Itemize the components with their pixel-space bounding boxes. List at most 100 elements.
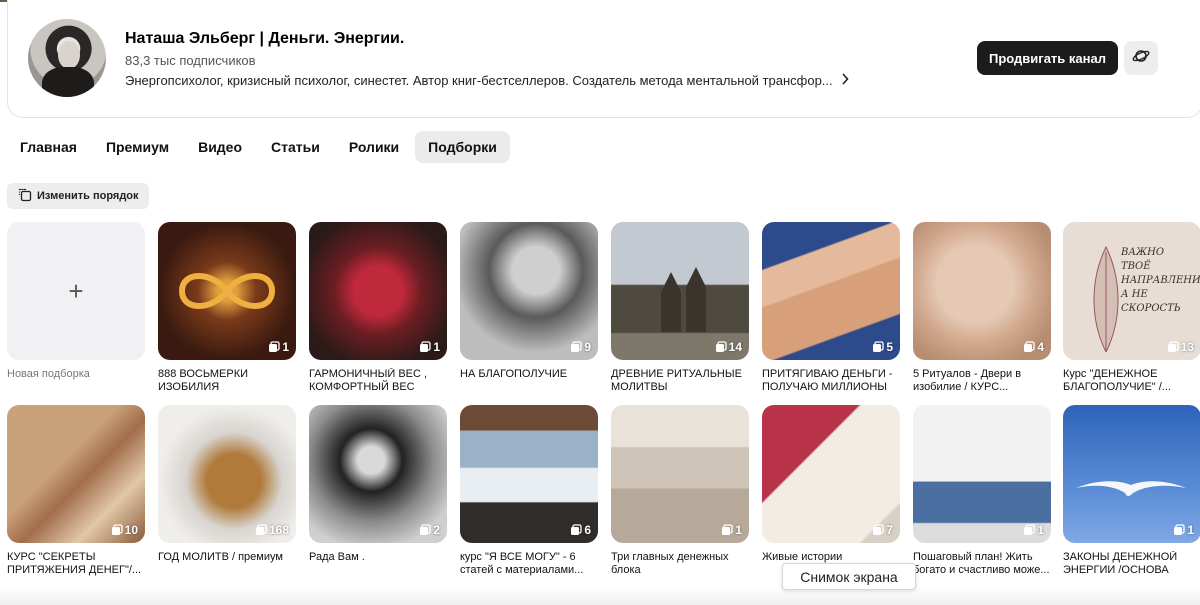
collection-count: 14 [715,340,742,354]
tab-articles[interactable]: Статьи [258,131,333,163]
collection-cover[interactable]: 4 [913,222,1051,360]
collection-count: 1 [1173,523,1194,537]
collection-card[interactable]: 1 ГАРМОНИЧНЫЙ ВЕС , КОМФОРТНЫЙ ВЕС [309,222,447,394]
bottom-fade [0,587,1200,605]
stack-icon [419,341,431,353]
collection-card[interactable]: 1 Три главных денежных блока [611,405,749,577]
collection-count: 4 [1023,340,1044,354]
collection-cover[interactable]: 2 [309,405,447,543]
collection-card[interactable]: 4 5 Ритуалов - Двери в изобилие / КУРС..… [913,222,1051,394]
count-value: 6 [584,523,591,537]
collection-card[interactable]: 6 курс "Я ВСЕ МОГУ" - 6 статей с материа… [460,405,598,577]
collection-card[interactable]: 10 КУРС "СЕКРЕТЫ ПРИТЯЖЕНИЯ ДЕНЕГ"/... [7,405,145,577]
collection-card[interactable]: 9 НА БЛАГОПОЛУЧИЕ [460,222,598,394]
reorder-label: Изменить порядок [37,190,139,202]
planet-button[interactable] [1124,41,1158,75]
collection-cover[interactable]: 6 [460,405,598,543]
collection-cover[interactable]: 1 [913,405,1051,543]
chevron-right-icon[interactable] [841,73,849,88]
collection-cover[interactable]: 7 [762,405,900,543]
collection-cover[interactable]: 9 [460,222,598,360]
collection-title: ГАРМОНИЧНЫЙ ВЕС , КОМФОРТНЫЙ ВЕС [309,368,428,393]
count-value: 10 [124,523,138,537]
collection-card[interactable]: 168 ГОД МОЛИТВ / премиум [158,405,296,577]
collection-card[interactable]: 2 Рада Вам . [309,405,447,577]
count-value: 4 [1037,340,1044,354]
description-text: Энергопсихолог, кризисный психолог, сине… [125,73,833,88]
collection-title: Три главных денежных блока [611,551,729,576]
new-collection-card[interactable]: + Новая подборка [7,222,145,394]
collection-count: 1 [721,523,742,537]
stack-icon [1167,341,1179,353]
collection-title: ГОД МОЛИТВ / премиум [158,551,283,563]
count-value: 1 [433,340,440,354]
screenshot-tooltip: Снимок экрана [782,563,916,590]
count-value: 7 [886,523,893,537]
collection-title: Пошаговый план! Жить богато и счастливо … [913,551,1050,576]
collection-count: 13 [1167,340,1194,354]
leaf-drawing [1093,245,1119,352]
tab-video[interactable]: Видео [185,131,255,163]
reorder-icon [18,188,32,205]
collection-card[interactable]: 1 Пошаговый план! Жить богато и счастлив… [913,405,1051,577]
stack-icon [570,524,582,536]
count-value: 9 [584,340,591,354]
stack-icon [570,341,582,353]
cover-quote: ВАЖНО ТВОЁ НАПРАВЛЕНИЕ, А НЕ СКОРОСТЬ [1121,247,1200,314]
reorder-button[interactable]: Изменить порядок [7,183,149,209]
count-value: 1 [1187,523,1194,537]
collection-count: 5 [872,340,893,354]
count-value: 1 [735,523,742,537]
tab-shorts[interactable]: Ролики [336,131,412,163]
collection-card[interactable]: ВАЖНО ТВОЁ НАПРАВЛЕНИЕ, А НЕ СКОРОСТЬ 13… [1063,222,1200,394]
collection-count: 10 [111,523,138,537]
promote-channel-button[interactable]: Продвигать канал [977,41,1118,75]
planet-icon [1132,47,1150,70]
collection-cover[interactable]: ВАЖНО ТВОЁ НАПРАВЛЕНИЕ, А НЕ СКОРОСТЬ 13 [1063,222,1200,360]
collection-count: 7 [872,523,893,537]
subscriber-count: 83,3 тыс подписчиков [125,53,256,68]
collection-card[interactable]: 5 ПРИТЯГИВАЮ ДЕНЬГИ - ПОЛУЧАЮ МИЛЛИОНЫ [762,222,900,394]
new-collection-label: Новая подборка [7,368,90,380]
collection-count: 2 [419,523,440,537]
collection-count: 9 [570,340,591,354]
collection-card[interactable]: 14 ДРЕВНИЕ РИТУАЛЬНЫЕ МОЛИТВЫ [611,222,749,394]
collection-cover[interactable]: 10 [7,405,145,543]
collection-cover[interactable]: 168 [158,405,296,543]
infinity-symbol [178,273,276,309]
collection-cover[interactable]: 1 [309,222,447,360]
tab-collections[interactable]: Подборки [415,131,510,163]
collection-count: 1 [1023,523,1044,537]
count-value: 14 [728,340,742,354]
stack-icon [419,524,431,536]
collection-card[interactable]: 1 888 ВОСЬМЕРКИ ИЗОБИЛИЯ [158,222,296,394]
collection-title: курс "Я ВСЕ МОГУ" - 6 статей с материала… [460,551,584,576]
collection-count: 1 [419,340,440,354]
collection-title: ЗАКОНЫ ДЕНЕЖНОЙ ЭНЕРГИИ /ОСНОВА [1063,551,1178,576]
collection-cover[interactable]: 14 [611,222,749,360]
tab-premium[interactable]: Премиум [93,131,182,163]
channel-title[interactable]: Наташа Эльберг | Деньги. Энергии. [125,30,404,48]
stack-icon [1173,524,1185,536]
count-value: 168 [268,523,289,537]
collection-title: ПРИТЯГИВАЮ ДЕНЬГИ - ПОЛУЧАЮ МИЛЛИОНЫ [762,368,893,393]
collection-title: КУРС "СЕКРЕТЫ ПРИТЯЖЕНИЯ ДЕНЕГ"/... [7,551,142,576]
count-value: 13 [1180,340,1194,354]
avatar[interactable] [28,19,106,97]
collection-cover[interactable]: 5 [762,222,900,360]
collection-count: 6 [570,523,591,537]
count-value: 2 [433,523,440,537]
collection-card[interactable]: 7 Живые истории [762,405,900,577]
collection-title: ДРЕВНИЕ РИТУАЛЬНЫЕ МОЛИТВЫ [611,368,742,393]
collection-title: Рада Вам . [309,551,365,563]
tab-main[interactable]: Главная [7,131,90,163]
stack-icon [268,341,280,353]
collection-cover[interactable]: 1 [158,222,296,360]
plus-icon[interactable]: + [7,222,145,360]
collection-cover[interactable]: 1 [1063,405,1200,543]
channel-description[interactable]: Энергопсихолог, кризисный психолог, сине… [125,73,849,88]
count-value: 5 [886,340,893,354]
collection-card[interactable]: 1 ЗАКОНЫ ДЕНЕЖНОЙ ЭНЕРГИИ /ОСНОВА [1063,405,1200,577]
stack-icon [1023,341,1035,353]
collection-cover[interactable]: 1 [611,405,749,543]
